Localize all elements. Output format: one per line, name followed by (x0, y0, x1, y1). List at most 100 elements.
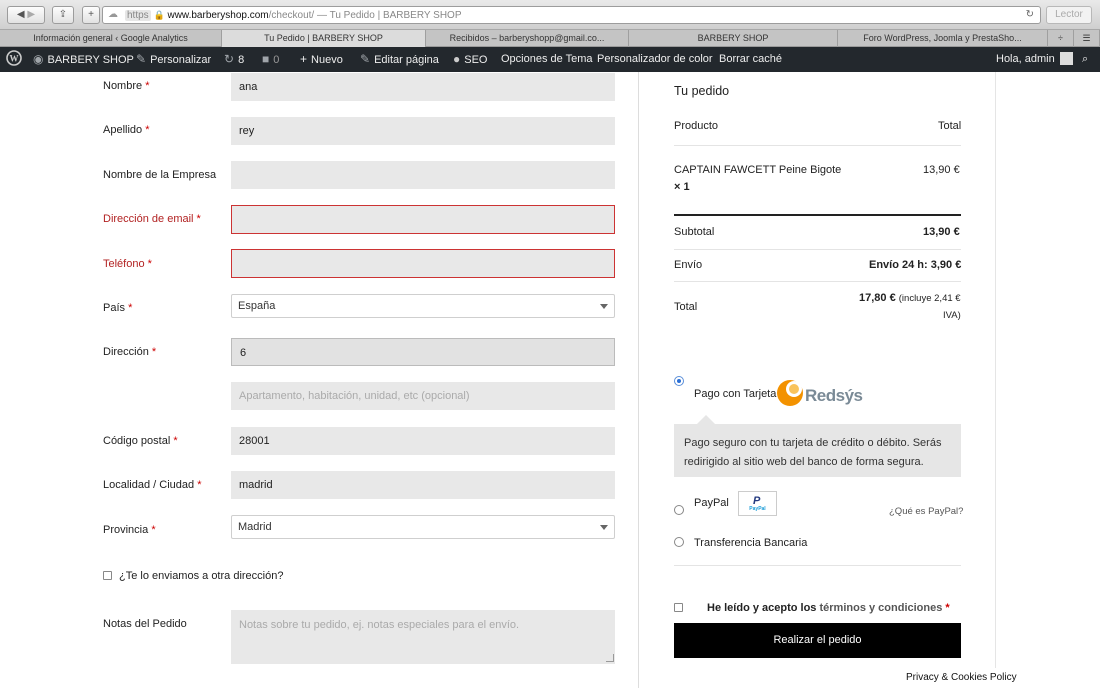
brush-icon: ✎ (136, 52, 147, 66)
state-label: Provincia * (103, 524, 156, 536)
required-mark: * (197, 479, 202, 491)
first-name-field[interactable]: ana (231, 73, 615, 101)
forward-icon[interactable]: ▶ (27, 9, 35, 20)
city-label: Localidad / Ciudad * (103, 479, 201, 491)
required-mark: * (173, 435, 178, 447)
ship-different-checkbox[interactable] (103, 571, 112, 580)
search-icon: ⌕ (1082, 53, 1089, 65)
email-label: Dirección de email * (103, 213, 201, 225)
state-select[interactable]: Madrid (231, 515, 615, 539)
redsys-icon (777, 380, 803, 406)
email-field[interactable] (231, 205, 615, 234)
wordpress-logo[interactable]: W (6, 47, 22, 72)
customize-link[interactable]: ✎ Personalizar (136, 47, 211, 72)
address-field[interactable]: 6 (231, 338, 615, 366)
total-label: Total (674, 301, 698, 313)
account-menu[interactable]: Hola, admin (996, 47, 1073, 72)
admin-site-link[interactable]: ◉ BARBERY SHOP (33, 47, 134, 72)
comments-link[interactable]: ■ 0 (262, 47, 279, 72)
url-host: www.barberyshop.com (167, 10, 269, 21)
phone-field[interactable] (231, 249, 615, 278)
updates-count: 8 (238, 54, 245, 66)
dashboard-icon: ◉ (33, 52, 44, 66)
lock-icon: 🔒 (153, 10, 165, 20)
tab-overview-button[interactable]: ÷ (1048, 30, 1074, 47)
item-total: 13,90 € (923, 164, 960, 176)
back-forward-buttons[interactable]: ◀ ▶ (7, 6, 45, 24)
order-title: Tu pedido (674, 84, 730, 98)
resize-handle-icon[interactable] (606, 654, 614, 662)
clear-cache-link[interactable]: Borrar caché (719, 47, 782, 72)
share-icon: ⇪ (58, 9, 68, 20)
privacy-policy-link[interactable]: Privacy & Cookies Policy (895, 668, 1100, 688)
payment-paypal-label[interactable]: PayPal (694, 497, 729, 509)
subtotal-label: Subtotal (674, 226, 715, 238)
what-is-paypal-link[interactable]: ¿Qué es PayPal? (889, 506, 963, 517)
new-tab-button[interactable]: + (82, 6, 100, 24)
payment-card-radio[interactable] (674, 376, 684, 386)
reload-icon[interactable]: ↻ (1026, 7, 1034, 23)
color-customizer-link[interactable]: Personalizador de color (597, 47, 713, 72)
plus-icon: + (88, 9, 94, 20)
tab-gmail[interactable]: Recibidos – barberyshopp@gmail.co... (426, 30, 629, 47)
last-name-label-text: Apellido (103, 124, 143, 136)
shipping-label: Envío (674, 259, 703, 271)
tab-forum[interactable]: Foro WordPress, Joomla y PrestaSho... (838, 30, 1048, 47)
payment-transfer-radio[interactable] (674, 537, 684, 547)
sidebar-button[interactable]: ☰ (1074, 30, 1100, 47)
postcode-label: Código postal * (103, 435, 178, 447)
tab-bar: Información general ‹ Google Analytics T… (0, 30, 1100, 47)
first-name-label: Nombre * (103, 80, 149, 92)
tab-analytics[interactable]: Información general ‹ Google Analytics (0, 30, 222, 47)
terms-text: He leído y acepto los (707, 602, 817, 614)
updates-link[interactable]: ↻ 8 (224, 47, 244, 72)
address-bar[interactable]: ☁ https 🔒 www.barberyshop.com/checkout/ … (102, 6, 1041, 24)
comments-count: 0 (273, 54, 280, 66)
redsys-wordmark: Redsýs (805, 386, 863, 405)
new-label: Nuevo (311, 54, 343, 66)
required-mark: * (151, 524, 156, 536)
share-button[interactable]: ⇪ (52, 6, 74, 24)
postcode-label-text: Código postal (103, 435, 171, 447)
last-name-field[interactable]: rey (231, 117, 615, 145)
browser-toolbar: ◀ ▶ ⇪ + ☁ https 🔒 www.barberyshop.com/ch… (0, 0, 1100, 30)
comment-icon: ■ (262, 52, 270, 66)
tab-checkout[interactable]: Tu Pedido | BARBERY SHOP (222, 30, 426, 47)
back-icon[interactable]: ◀ (17, 9, 25, 20)
cloud-icon: ☁ (108, 9, 118, 20)
site-name: BARBERY SHOP (47, 54, 134, 66)
required-mark: * (196, 213, 201, 225)
required-mark: * (145, 80, 150, 92)
postcode-field[interactable]: 28001 (231, 427, 615, 455)
terms-checkbox[interactable] (674, 603, 683, 612)
city-label-text: Localidad / Ciudad (103, 479, 195, 491)
payment-card-label[interactable]: Pago con Tarjeta (694, 388, 776, 400)
company-field[interactable] (231, 161, 615, 189)
city-field[interactable]: madrid (231, 471, 615, 499)
required-mark: * (145, 124, 150, 136)
place-order-button[interactable]: Realizar el pedido (674, 623, 961, 658)
address-line2-field[interactable]: Apartamento, habitación, unidad, etc (op… (231, 382, 615, 410)
seo-link[interactable]: ● SEO (453, 47, 487, 72)
card-payment-description: Pago seguro con tu tarjeta de crédito o … (674, 424, 961, 477)
edit-page-link[interactable]: ✎ Editar página (360, 47, 439, 72)
payment-transfer-label[interactable]: Transferencia Bancaria (694, 537, 807, 549)
url-path: /checkout/ — Tu Pedido | BARBERY SHOP (268, 10, 462, 21)
admin-search[interactable]: ⌕ (1082, 47, 1088, 72)
chevron-down-icon (600, 304, 608, 309)
col-product-header: Producto (674, 120, 719, 132)
reader-button[interactable]: Lector (1046, 6, 1092, 24)
new-content-link[interactable]: + Nuevo (300, 47, 343, 72)
tab-barbery-shop[interactable]: BARBERY SHOP (629, 30, 838, 47)
ship-different-label[interactable]: ¿Te lo enviamos a otra dirección? (119, 570, 283, 582)
terms-link[interactable]: términos y condiciones (819, 602, 942, 614)
total-value-line: 17,80 € (incluye 2,41 € (859, 292, 961, 304)
tab-overview-icon: ÷ (1058, 33, 1063, 43)
theme-options-link[interactable]: Opciones de Tema (501, 47, 593, 72)
payment-paypal-radio[interactable] (674, 505, 684, 515)
country-select[interactable]: España (231, 294, 615, 318)
address-label-text: Dirección (103, 346, 149, 358)
order-notes-field[interactable]: Notas sobre tu pedido, ej. notas especia… (231, 610, 615, 664)
company-label: Nombre de la Empresa (103, 169, 217, 181)
greeting: Hola, admin (996, 53, 1055, 65)
